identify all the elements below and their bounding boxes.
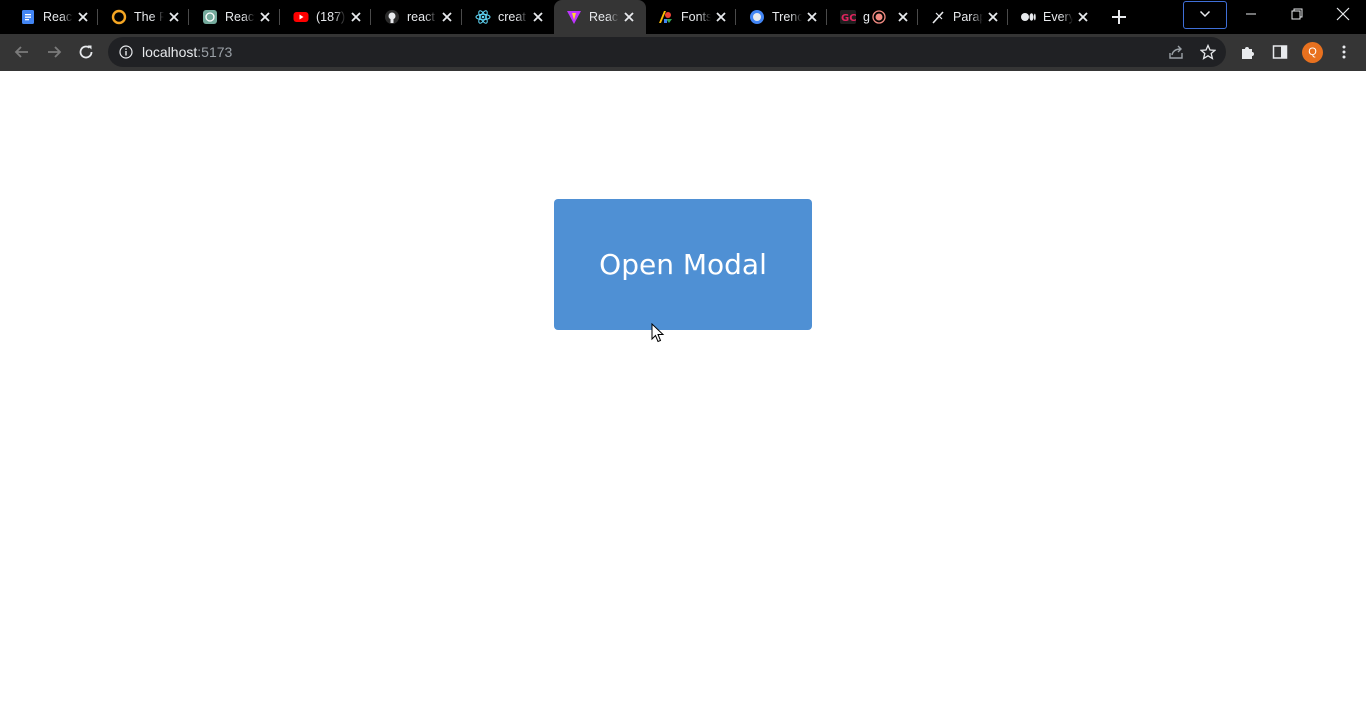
tab-github-react[interactable]: react — [372, 0, 462, 34]
tab-medium[interactable]: Every — [1008, 0, 1098, 34]
tab-paraphrase[interactable]: Parap — [918, 0, 1008, 34]
tab-title: React — [225, 10, 255, 24]
close-tab-icon[interactable] — [1075, 9, 1091, 25]
tab-title: Fonts — [681, 10, 711, 24]
url-host: localhost — [142, 44, 198, 60]
bookmark-star-icon[interactable] — [1200, 44, 1216, 60]
tab-title: Trenc — [772, 10, 802, 24]
tab-gc-recording[interactable]: GC g — [828, 0, 918, 34]
page-content: Open Modal — [0, 71, 1366, 728]
tab-title: React — [43, 10, 73, 24]
close-tab-icon[interactable] — [985, 9, 1001, 25]
tab-title: react — [407, 10, 435, 24]
extensions-puzzle-icon[interactable] — [1240, 44, 1256, 60]
close-tab-icon[interactable] — [621, 9, 637, 25]
forward-icon[interactable] — [45, 43, 63, 61]
close-tab-icon[interactable] — [439, 9, 455, 25]
share-icon[interactable] — [1168, 44, 1184, 60]
info-icon[interactable] — [119, 45, 133, 59]
ring-icon — [111, 9, 127, 25]
tab-title: Every — [1043, 10, 1073, 24]
close-tab-icon[interactable] — [348, 9, 364, 25]
close-tab-icon[interactable] — [257, 9, 273, 25]
close-tab-icon[interactable] — [895, 9, 911, 25]
tab-google-trends[interactable]: Trenc — [737, 0, 827, 34]
tab-react-vite-active[interactable]: React — [554, 0, 646, 34]
close-tab-icon[interactable] — [75, 9, 91, 25]
github-icon — [385, 10, 399, 24]
docs-icon — [22, 10, 34, 24]
back-icon[interactable] — [13, 43, 31, 61]
tab-title: (187) — [316, 10, 346, 24]
medium-icon — [1021, 13, 1036, 21]
open-modal-button[interactable]: Open Modal — [554, 199, 812, 330]
react-icon — [475, 10, 491, 24]
tab-youtube[interactable]: (187) — [281, 0, 371, 34]
tab-react-chatgpt[interactable]: React — [190, 0, 280, 34]
tab-title: Parap — [953, 10, 983, 24]
tab-the-r[interactable]: The R — [99, 0, 189, 34]
gc-icon: GC — [840, 10, 856, 24]
browser-toolbar: localhost:5173 Q — [0, 34, 1366, 71]
tab-title: The R — [134, 10, 164, 24]
close-tab-icon[interactable] — [713, 9, 729, 25]
svg-text:GC: GC — [841, 13, 856, 24]
tab-strip: React The R React (187) react creat Reac… — [0, 0, 1366, 34]
chatgpt-icon — [203, 10, 217, 24]
more-menu-icon[interactable] — [1336, 44, 1352, 60]
restore-icon[interactable] — [1289, 6, 1305, 22]
chevron-down-icon — [1199, 10, 1211, 18]
close-tab-icon[interactable] — [166, 9, 182, 25]
close-window-icon[interactable] — [1335, 6, 1351, 22]
close-tab-icon[interactable] — [530, 9, 546, 25]
tab-google-fonts[interactable]: Fonts — [646, 0, 736, 34]
tab-react-docs[interactable]: React — [8, 0, 98, 34]
url-port: :5173 — [197, 44, 233, 60]
trends-icon — [750, 10, 764, 24]
google-fonts-icon — [659, 11, 672, 23]
feather-icon — [932, 11, 944, 24]
tab-title: creat — [498, 10, 526, 24]
youtube-icon — [293, 12, 309, 22]
address-bar[interactable]: localhost:5173 — [108, 37, 1226, 67]
recording-icon — [872, 10, 886, 24]
url-text: localhost:5173 — [142, 44, 232, 60]
minimize-icon[interactable] — [1243, 6, 1259, 22]
tab-search-button[interactable] — [1183, 1, 1227, 29]
close-tab-icon[interactable] — [804, 9, 820, 25]
new-tab-icon[interactable] — [1110, 8, 1128, 26]
tab-title: React — [589, 10, 619, 24]
profile-avatar[interactable]: Q — [1302, 42, 1323, 63]
vite-icon — [567, 11, 581, 24]
side-panel-icon[interactable] — [1272, 44, 1288, 60]
mouse-cursor-icon — [651, 323, 665, 343]
tab-create-react[interactable]: creat — [463, 0, 553, 34]
reload-icon[interactable] — [77, 43, 95, 61]
